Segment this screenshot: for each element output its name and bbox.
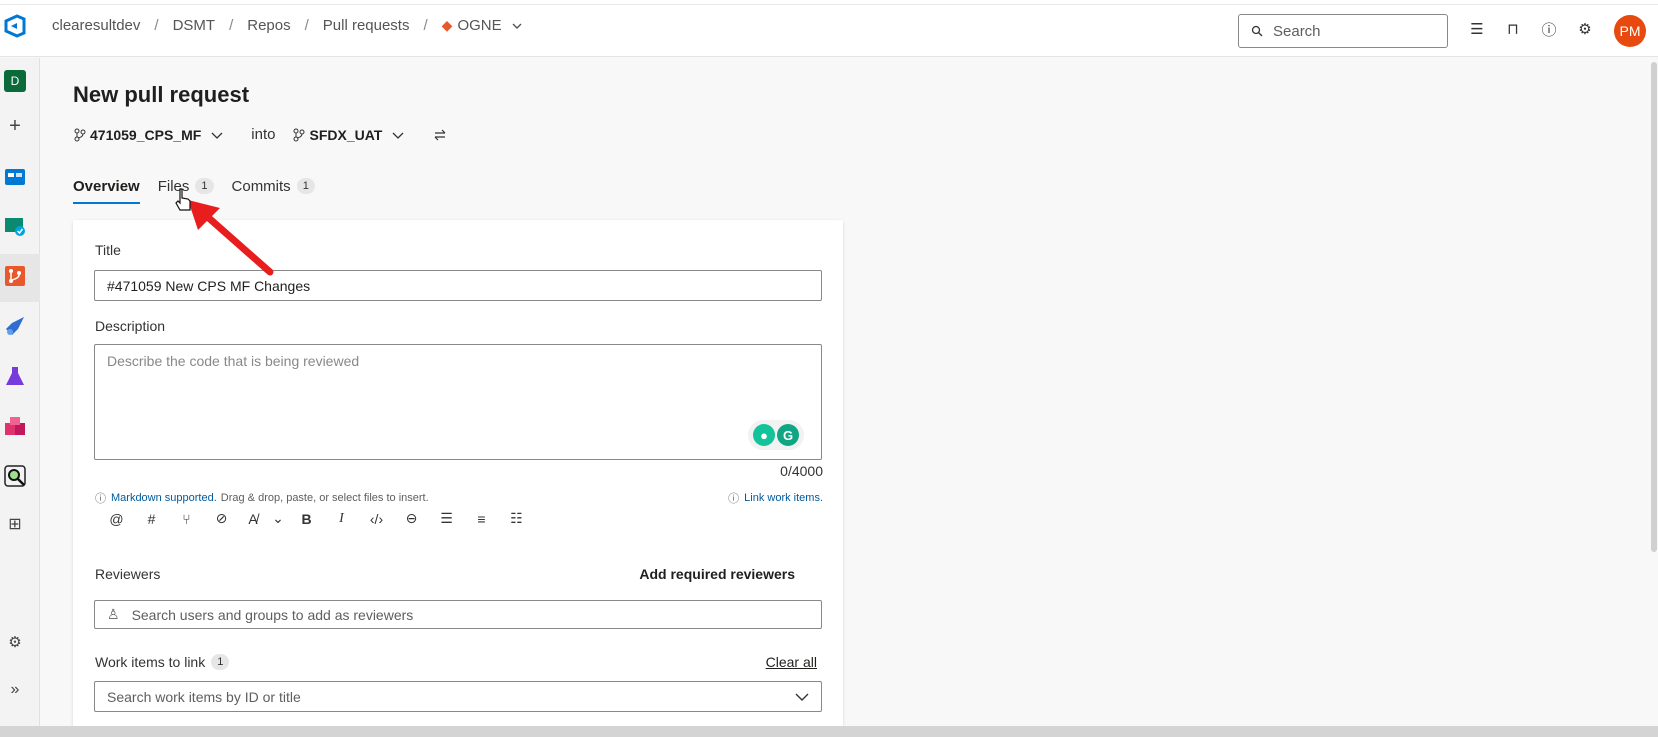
tab-overview[interactable]: Overview [73, 168, 140, 204]
breadcrumb-separator: / [423, 17, 428, 34]
test-plans-icon[interactable] [3, 364, 27, 388]
azure-devops-logo-icon[interactable] [3, 14, 27, 38]
header-actions: ☰ ⊓ ⓘ ⚙ [1468, 20, 1594, 39]
search-icon [1251, 25, 1263, 37]
breadcrumb-repo[interactable]: OGNE [457, 17, 501, 34]
code-search-icon[interactable] [3, 464, 27, 488]
shopping-bag-icon[interactable]: ⊓ [1504, 20, 1522, 38]
taskbar-strip [0, 726, 1658, 737]
branch-icon [293, 128, 305, 141]
info-icon: ⓘ [728, 493, 740, 505]
task-list-icon[interactable]: ☰ [1468, 20, 1486, 38]
markdown-supported-link[interactable]: Markdown supported. [111, 492, 217, 504]
commits-count-badge: 1 [296, 178, 315, 194]
page-scrollbar[interactable] [1651, 62, 1657, 552]
git-repo-icon: ◆ [441, 17, 453, 33]
link-icon[interactable]: ⊖ [394, 510, 429, 527]
branch-selector-row: 471059_CPS_MF into SFDX_UAT [74, 126, 446, 143]
code-icon[interactable]: ‹/› [359, 511, 394, 527]
work-items-search-dropdown[interactable]: Search work items by ID or title [94, 681, 822, 712]
work-items-label-text: Work items to link [95, 654, 206, 670]
help-icon[interactable]: ⓘ [1540, 20, 1558, 39]
pr-form-card: Title #471059 New CPS MF Changes Descrip… [73, 220, 843, 730]
title-label: Title [95, 242, 121, 258]
page-title: New pull request [73, 82, 250, 107]
add-icon[interactable]: + [3, 114, 27, 138]
chevron-down-icon [392, 132, 404, 139]
grammarly-widget[interactable]: ● G [748, 420, 804, 450]
expand-rail-icon[interactable]: » [3, 678, 27, 702]
text-style-icon[interactable]: A̸ [239, 511, 267, 527]
breadcrumb: clearesultdev / DSMT / Repos / Pull requ… [52, 17, 522, 34]
bulleted-list-icon[interactable]: ☰ [429, 510, 464, 527]
markdown-hint: ⓘ Markdown supported. Drag & drop, paste… [95, 490, 429, 506]
swap-branches-icon[interactable] [434, 129, 446, 141]
extensions-grid-icon[interactable]: ⊞ [3, 512, 27, 536]
breadcrumb-separator: / [154, 17, 159, 34]
target-branch-dropdown[interactable]: SFDX_UAT [293, 127, 408, 143]
source-branch-dropdown[interactable]: 471059_CPS_MF [74, 127, 227, 143]
lightbulb-icon[interactable]: ● [753, 424, 775, 446]
boards-icon[interactable] [3, 164, 27, 188]
numbered-list-icon[interactable]: ≡ [464, 511, 499, 527]
work-items-placeholder: Search work items by ID or title [107, 688, 301, 705]
artifacts-icon[interactable] [3, 414, 27, 438]
annotation-arrow-icon [188, 200, 274, 276]
branch-icon [74, 128, 86, 141]
breadcrumb-project[interactable]: DSMT [173, 17, 216, 34]
pull-request-icon[interactable]: ⑂ [169, 511, 204, 527]
search-placeholder: Search [1273, 22, 1321, 40]
chevron-down-icon[interactable] [512, 21, 522, 31]
project-badge[interactable]: D [4, 70, 26, 92]
char-count: 0/4000 [780, 463, 823, 479]
left-rail: D + ⊞ ⚙ » [0, 58, 40, 726]
description-placeholder: Describe the code that is being reviewed [107, 353, 360, 369]
link-work-items: ⓘ Link work items. [728, 490, 823, 506]
attachment-icon[interactable]: ⊘ [204, 510, 239, 527]
mention-icon[interactable]: @ [99, 511, 134, 527]
user-settings-icon[interactable]: ⚙ [1576, 20, 1594, 38]
avatar[interactable]: PM [1614, 15, 1646, 47]
breadcrumb-repos[interactable]: Repos [247, 17, 290, 34]
link-work-items-link[interactable]: Link work items. [744, 492, 823, 504]
reviewers-search-input[interactable]: ♙ Search users and groups to add as revi… [94, 600, 822, 629]
checklist-icon[interactable]: ☷ [499, 510, 534, 527]
formatting-toolbar: @ # ⑂ ⊘ A̸ ⌄ B I ‹/› ⊖ ☰ ≡ ☷ [99, 510, 534, 527]
breadcrumb-separator: / [229, 17, 234, 34]
work-items-count-badge: 1 [211, 654, 230, 670]
work-items-label: Work items to link 1 [95, 654, 230, 670]
description-label: Description [95, 318, 166, 334]
repos-icon[interactable] [3, 264, 27, 288]
pipelines-icon[interactable] [3, 314, 27, 338]
markdown-hint-text: Drag & drop, paste, or select files to i… [220, 492, 429, 504]
target-branch-label: SFDX_UAT [309, 126, 383, 143]
add-required-reviewers-button[interactable]: Add required reviewers [639, 566, 795, 582]
reviewers-label: Reviewers [95, 566, 161, 582]
tab-overview-label: Overview [73, 177, 140, 195]
breadcrumb-separator: / [304, 17, 309, 34]
hashtag-icon[interactable]: # [134, 511, 169, 527]
bold-icon[interactable]: B [289, 511, 324, 527]
search-input[interactable]: Search [1238, 14, 1448, 48]
clear-all-link[interactable]: Clear all [766, 654, 817, 670]
hand-cursor-icon [175, 188, 191, 211]
chevron-down-icon[interactable]: ⌄ [267, 510, 289, 527]
project-settings-icon[interactable]: ⚙ [3, 630, 27, 654]
breadcrumb-pull-requests[interactable]: Pull requests [323, 17, 410, 34]
info-icon: ⓘ [95, 493, 106, 505]
description-textarea[interactable]: Describe the code that is being reviewed [94, 344, 822, 460]
reviewers-placeholder: Search users and groups to add as review… [131, 606, 414, 623]
work-items-icon[interactable] [3, 214, 27, 238]
grammarly-icon[interactable]: G [777, 424, 799, 446]
chevron-down-icon [211, 132, 223, 139]
italic-icon[interactable]: I [324, 511, 359, 527]
into-label: into [251, 126, 276, 143]
person-icon: ♙ [107, 606, 120, 622]
breadcrumb-org[interactable]: clearesultdev [52, 17, 140, 34]
source-branch-label: 471059_CPS_MF [90, 126, 202, 143]
chevron-down-icon [795, 693, 809, 701]
